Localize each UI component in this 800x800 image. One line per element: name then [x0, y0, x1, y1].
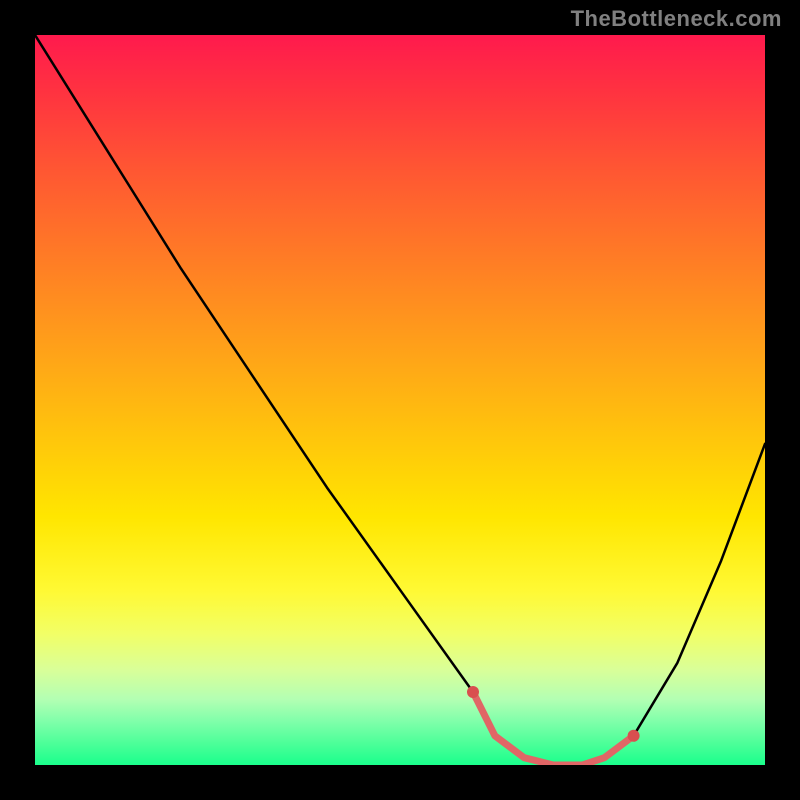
highlight-segment: [473, 692, 634, 765]
watermark-text: TheBottleneck.com: [571, 6, 782, 32]
highlight-endpoint-dot: [628, 730, 640, 742]
chart-container: TheBottleneck.com: [0, 0, 800, 800]
bottleneck-curve: [35, 35, 765, 765]
chart-overlay-svg: [35, 35, 765, 765]
highlight-endpoint-dot: [467, 686, 479, 698]
